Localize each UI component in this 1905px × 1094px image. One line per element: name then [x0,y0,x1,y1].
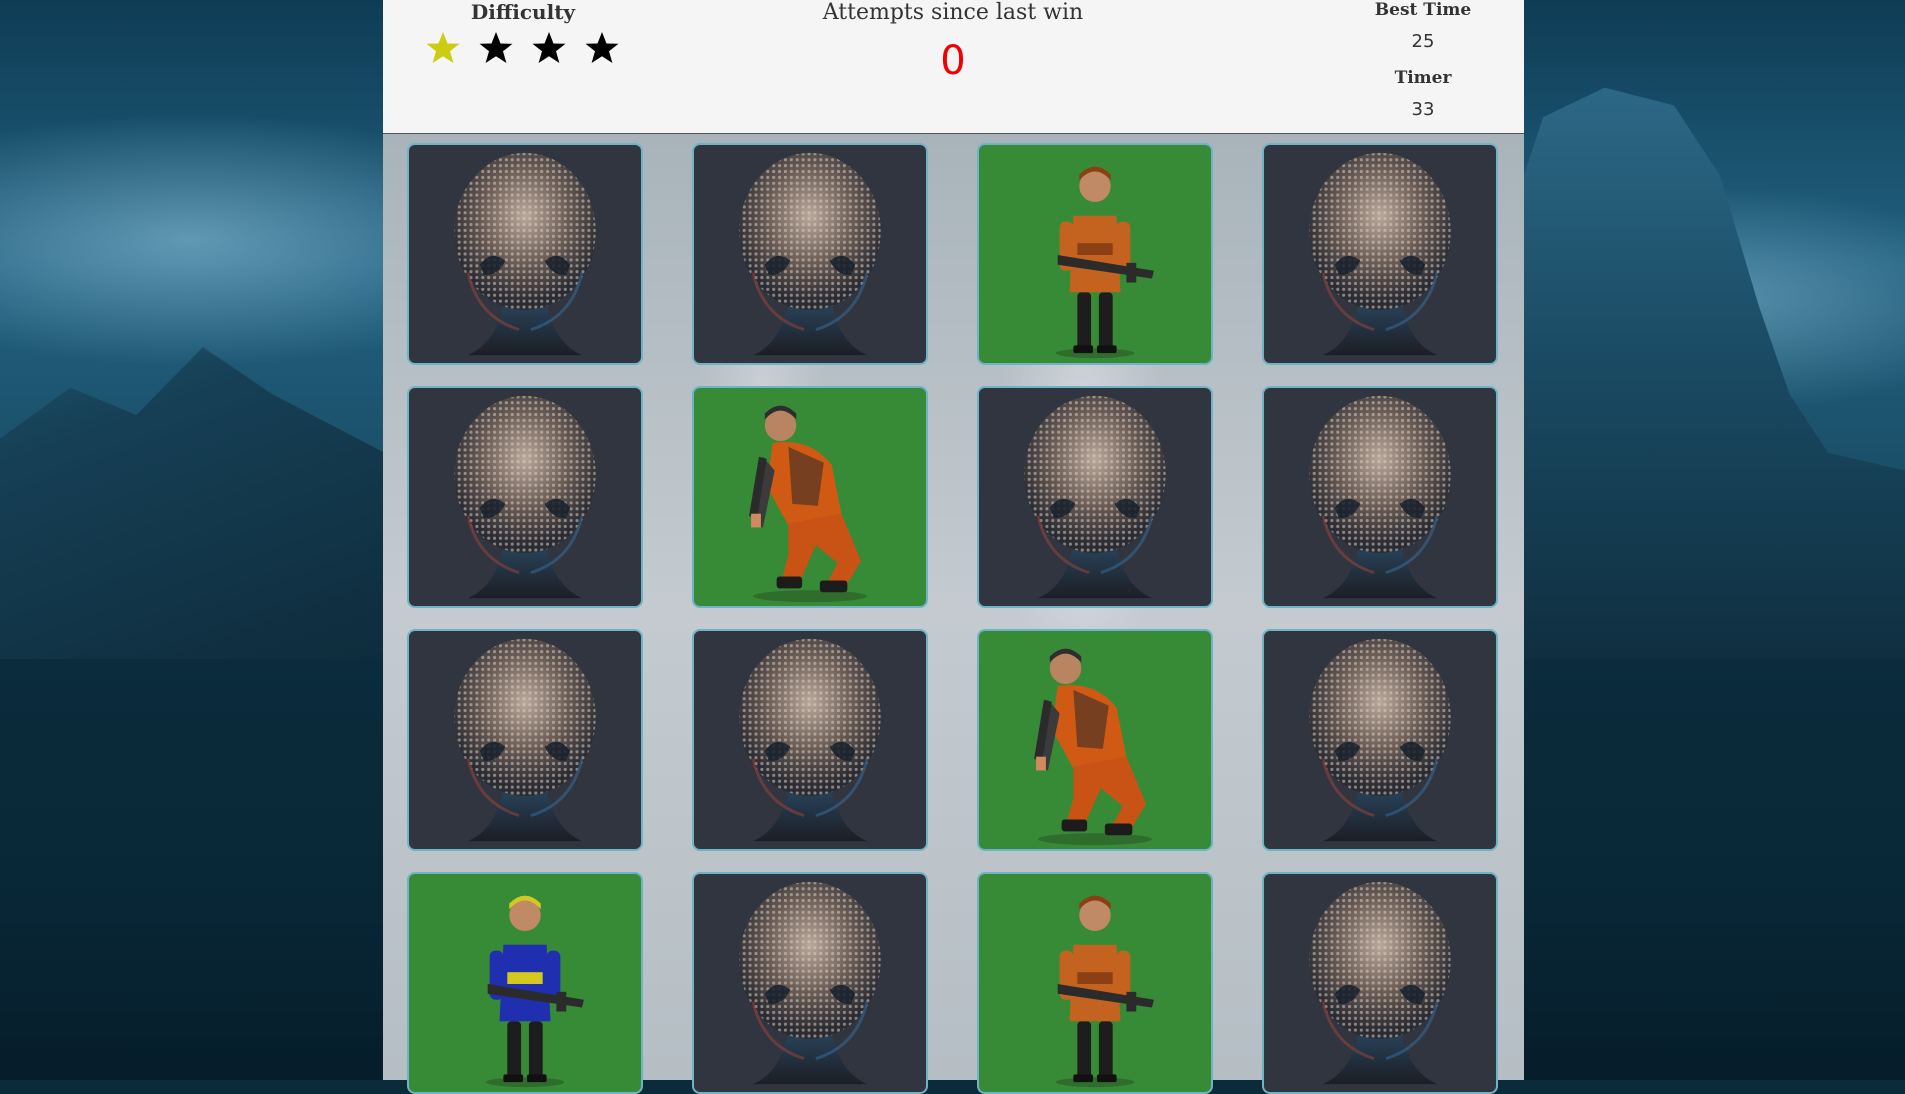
memory-card[interactable] [407,143,643,365]
memory-card[interactable] [977,629,1213,851]
memory-card[interactable] [977,872,1213,1094]
memory-card[interactable] [407,629,643,851]
best-time-value: 25 [1411,31,1435,52]
memory-card[interactable] [692,143,928,365]
memory-card[interactable] [692,386,928,608]
memory-card[interactable] [1262,872,1498,1094]
memory-card[interactable] [977,386,1213,608]
difficulty-star-1-icon[interactable] [425,30,461,70]
timer-value: 33 [1411,99,1435,120]
memory-card[interactable] [407,386,643,608]
memory-card[interactable] [1262,629,1498,851]
difficulty-star-3-icon[interactable] [531,30,567,70]
best-time-label: Best Time [1374,0,1472,20]
attempts-value: 0 [940,38,966,84]
memory-card[interactable] [692,872,928,1094]
memory-card[interactable] [1262,386,1498,608]
difficulty-star-4-icon[interactable] [584,30,620,70]
difficulty-stars [425,30,620,70]
time-stats: Best Time 25 Timer 33 [1323,0,1523,136]
difficulty-label: Difficulty [470,0,576,24]
score-header: Difficulty Attempts since last win 0 Bes… [383,0,1524,134]
memory-card[interactable] [407,872,643,1094]
memory-card[interactable] [977,143,1213,365]
timer-label: Timer [1394,68,1452,88]
attempts-label: Attempts since last win [822,0,1084,25]
memory-card[interactable] [692,629,928,851]
difficulty-star-2-icon[interactable] [478,30,514,70]
memory-card[interactable] [1262,143,1498,365]
